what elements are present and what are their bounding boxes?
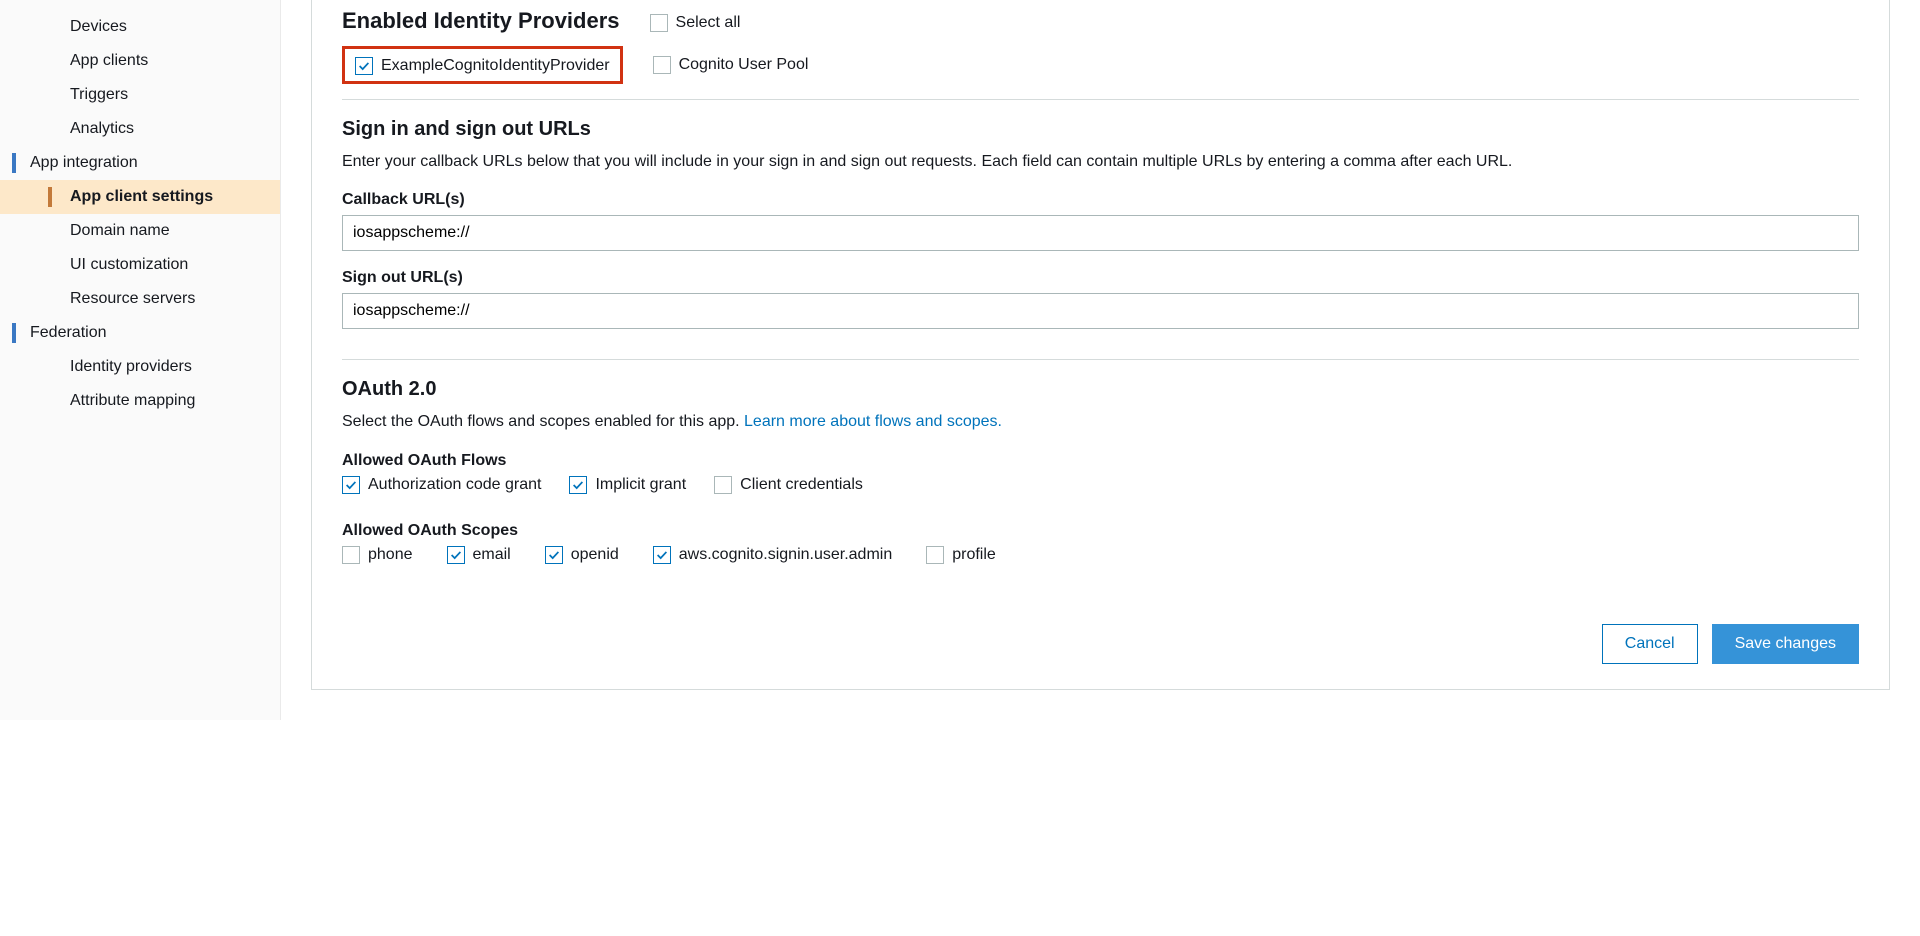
sidebar-item-devices[interactable]: Devices bbox=[0, 10, 280, 44]
cancel-button[interactable]: Cancel bbox=[1602, 624, 1698, 664]
enabled-idp-heading: Enabled Identity Providers bbox=[342, 8, 620, 34]
checkbox-icon bbox=[569, 476, 587, 494]
checkbox-icon bbox=[342, 546, 360, 564]
sidebar-item-analytics[interactable]: Analytics bbox=[0, 112, 280, 146]
oauth-desc-prefix: Select the OAuth flows and scopes enable… bbox=[342, 413, 744, 430]
urls-heading: Sign in and sign out URLs bbox=[342, 118, 1859, 141]
flow-auth-code-label: Authorization code grant bbox=[368, 476, 541, 494]
checkbox-icon bbox=[650, 14, 668, 32]
scope-email-checkbox[interactable]: email bbox=[447, 546, 511, 564]
scope-aws-cognito-checkbox[interactable]: aws.cognito.signin.user.admin bbox=[653, 546, 892, 564]
provider-example-label: ExampleCognitoIdentityProvider bbox=[381, 57, 610, 75]
allowed-flows-label: Allowed OAuth Flows bbox=[342, 452, 1859, 470]
sidebar-item-federation[interactable]: Federation bbox=[0, 316, 280, 350]
scope-aws-cognito-label: aws.cognito.signin.user.admin bbox=[679, 546, 892, 564]
flow-client-credentials-checkbox[interactable]: Client credentials bbox=[714, 476, 863, 494]
signout-url-label: Sign out URL(s) bbox=[342, 269, 1859, 287]
checkbox-icon bbox=[926, 546, 944, 564]
oauth-heading: OAuth 2.0 bbox=[342, 378, 1859, 401]
sidebar-item-domain-name[interactable]: Domain name bbox=[0, 214, 280, 248]
divider bbox=[342, 359, 1859, 360]
content-box: Enabled Identity Providers Select all Ex… bbox=[311, 0, 1890, 690]
sidebar-item-app-integration[interactable]: App integration bbox=[0, 146, 280, 180]
checkbox-icon bbox=[714, 476, 732, 494]
learn-more-link[interactable]: Learn more about flows and scopes. bbox=[744, 413, 1002, 430]
scope-phone-checkbox[interactable]: phone bbox=[342, 546, 413, 564]
flow-client-credentials-label: Client credentials bbox=[740, 476, 863, 494]
checkbox-icon bbox=[653, 56, 671, 74]
sidebar-item-identity-providers[interactable]: Identity providers bbox=[0, 350, 280, 384]
checkbox-icon bbox=[447, 546, 465, 564]
select-all-label: Select all bbox=[676, 14, 741, 32]
scope-profile-label: profile bbox=[952, 546, 996, 564]
urls-description: Enter your callback URLs below that you … bbox=[342, 151, 1859, 173]
flow-implicit-checkbox[interactable]: Implicit grant bbox=[569, 476, 686, 494]
checkbox-icon bbox=[545, 546, 563, 564]
main-content: Enabled Identity Providers Select all Ex… bbox=[280, 0, 1920, 720]
scope-phone-label: phone bbox=[368, 546, 413, 564]
provider-cognito-checkbox[interactable]: Cognito User Pool bbox=[653, 46, 809, 74]
select-all-checkbox[interactable]: Select all bbox=[650, 14, 741, 32]
signout-url-input[interactable] bbox=[342, 293, 1859, 329]
scope-openid-label: openid bbox=[571, 546, 619, 564]
sidebar-item-ui-customization[interactable]: UI customization bbox=[0, 248, 280, 282]
divider bbox=[342, 99, 1859, 100]
scope-profile-checkbox[interactable]: profile bbox=[926, 546, 996, 564]
flow-implicit-label: Implicit grant bbox=[595, 476, 686, 494]
callback-url-label: Callback URL(s) bbox=[342, 191, 1859, 209]
checkbox-icon bbox=[653, 546, 671, 564]
highlighted-provider: ExampleCognitoIdentityProvider bbox=[342, 46, 623, 84]
scope-openid-checkbox[interactable]: openid bbox=[545, 546, 619, 564]
checkbox-icon bbox=[342, 476, 360, 494]
sidebar-item-resource-servers[interactable]: Resource servers bbox=[0, 282, 280, 316]
checkbox-icon bbox=[355, 57, 373, 75]
provider-cognito-label: Cognito User Pool bbox=[679, 56, 809, 74]
sidebar-item-attribute-mapping[interactable]: Attribute mapping bbox=[0, 384, 280, 418]
sidebar-item-app-clients[interactable]: App clients bbox=[0, 44, 280, 78]
allowed-scopes-label: Allowed OAuth Scopes bbox=[342, 522, 1859, 540]
sidebar-item-app-client-settings[interactable]: App client settings bbox=[0, 180, 280, 214]
save-changes-button[interactable]: Save changes bbox=[1712, 624, 1859, 664]
scope-email-label: email bbox=[473, 546, 511, 564]
oauth-description: Select the OAuth flows and scopes enable… bbox=[342, 411, 1859, 433]
sidebar-item-triggers[interactable]: Triggers bbox=[0, 78, 280, 112]
provider-example-checkbox[interactable]: ExampleCognitoIdentityProvider bbox=[355, 57, 610, 75]
flow-auth-code-checkbox[interactable]: Authorization code grant bbox=[342, 476, 541, 494]
sidebar: Devices App clients Triggers Analytics A… bbox=[0, 0, 280, 720]
callback-url-input[interactable] bbox=[342, 215, 1859, 251]
